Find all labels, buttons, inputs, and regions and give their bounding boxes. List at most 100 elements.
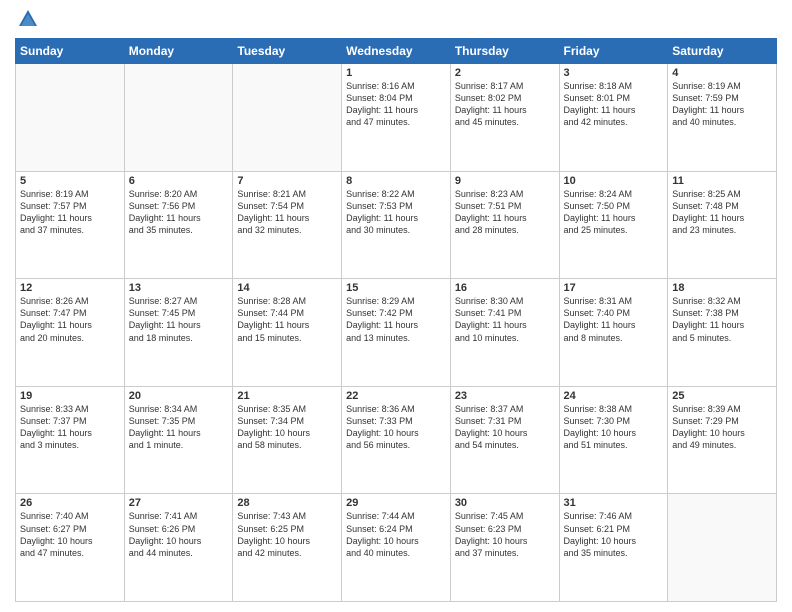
weekday-header: Tuesday xyxy=(233,39,342,64)
day-number: 8 xyxy=(346,175,446,187)
cell-content: Sunrise: 8:36 AM Sunset: 7:33 PM Dayligh… xyxy=(346,403,446,452)
day-number: 18 xyxy=(672,282,772,294)
cell-content: Sunrise: 8:21 AM Sunset: 7:54 PM Dayligh… xyxy=(237,188,337,237)
day-number: 6 xyxy=(129,175,229,187)
cell-content: Sunrise: 8:16 AM Sunset: 8:04 PM Dayligh… xyxy=(346,80,446,129)
calendar-cell: 27Sunrise: 7:41 AM Sunset: 6:26 PM Dayli… xyxy=(124,494,233,602)
calendar-cell: 31Sunrise: 7:46 AM Sunset: 6:21 PM Dayli… xyxy=(559,494,668,602)
calendar-cell: 11Sunrise: 8:25 AM Sunset: 7:48 PM Dayli… xyxy=(668,171,777,279)
cell-content: Sunrise: 8:35 AM Sunset: 7:34 PM Dayligh… xyxy=(237,403,337,452)
calendar-cell: 30Sunrise: 7:45 AM Sunset: 6:23 PM Dayli… xyxy=(450,494,559,602)
calendar-week-row: 26Sunrise: 7:40 AM Sunset: 6:27 PM Dayli… xyxy=(16,494,777,602)
cell-content: Sunrise: 8:22 AM Sunset: 7:53 PM Dayligh… xyxy=(346,188,446,237)
day-number: 2 xyxy=(455,67,555,79)
calendar-cell: 7Sunrise: 8:21 AM Sunset: 7:54 PM Daylig… xyxy=(233,171,342,279)
calendar-cell: 23Sunrise: 8:37 AM Sunset: 7:31 PM Dayli… xyxy=(450,386,559,494)
calendar-cell: 20Sunrise: 8:34 AM Sunset: 7:35 PM Dayli… xyxy=(124,386,233,494)
cell-content: Sunrise: 8:30 AM Sunset: 7:41 PM Dayligh… xyxy=(455,295,555,344)
calendar-cell: 19Sunrise: 8:33 AM Sunset: 7:37 PM Dayli… xyxy=(16,386,125,494)
calendar-cell: 28Sunrise: 7:43 AM Sunset: 6:25 PM Dayli… xyxy=(233,494,342,602)
cell-content: Sunrise: 8:18 AM Sunset: 8:01 PM Dayligh… xyxy=(564,80,664,129)
calendar-cell: 21Sunrise: 8:35 AM Sunset: 7:34 PM Dayli… xyxy=(233,386,342,494)
day-number: 31 xyxy=(564,497,664,509)
day-number: 3 xyxy=(564,67,664,79)
calendar-cell xyxy=(16,64,125,172)
cell-content: Sunrise: 8:19 AM Sunset: 7:59 PM Dayligh… xyxy=(672,80,772,129)
calendar-cell: 10Sunrise: 8:24 AM Sunset: 7:50 PM Dayli… xyxy=(559,171,668,279)
calendar-cell: 25Sunrise: 8:39 AM Sunset: 7:29 PM Dayli… xyxy=(668,386,777,494)
calendar-cell: 2Sunrise: 8:17 AM Sunset: 8:02 PM Daylig… xyxy=(450,64,559,172)
cell-content: Sunrise: 8:33 AM Sunset: 7:37 PM Dayligh… xyxy=(20,403,120,452)
day-number: 10 xyxy=(564,175,664,187)
calendar-week-row: 12Sunrise: 8:26 AM Sunset: 7:47 PM Dayli… xyxy=(16,279,777,387)
day-number: 28 xyxy=(237,497,337,509)
day-number: 20 xyxy=(129,390,229,402)
calendar-cell xyxy=(233,64,342,172)
cell-content: Sunrise: 8:19 AM Sunset: 7:57 PM Dayligh… xyxy=(20,188,120,237)
calendar-cell: 16Sunrise: 8:30 AM Sunset: 7:41 PM Dayli… xyxy=(450,279,559,387)
cell-content: Sunrise: 7:46 AM Sunset: 6:21 PM Dayligh… xyxy=(564,510,664,559)
calendar-cell: 17Sunrise: 8:31 AM Sunset: 7:40 PM Dayli… xyxy=(559,279,668,387)
calendar-cell: 5Sunrise: 8:19 AM Sunset: 7:57 PM Daylig… xyxy=(16,171,125,279)
logo xyxy=(15,10,39,30)
calendar-cell: 29Sunrise: 7:44 AM Sunset: 6:24 PM Dayli… xyxy=(342,494,451,602)
weekday-header: Thursday xyxy=(450,39,559,64)
calendar-cell: 22Sunrise: 8:36 AM Sunset: 7:33 PM Dayli… xyxy=(342,386,451,494)
calendar-table: SundayMondayTuesdayWednesdayThursdayFrid… xyxy=(15,38,777,602)
calendar-cell: 12Sunrise: 8:26 AM Sunset: 7:47 PM Dayli… xyxy=(16,279,125,387)
cell-content: Sunrise: 8:34 AM Sunset: 7:35 PM Dayligh… xyxy=(129,403,229,452)
calendar-cell: 4Sunrise: 8:19 AM Sunset: 7:59 PM Daylig… xyxy=(668,64,777,172)
cell-content: Sunrise: 8:17 AM Sunset: 8:02 PM Dayligh… xyxy=(455,80,555,129)
cell-content: Sunrise: 8:26 AM Sunset: 7:47 PM Dayligh… xyxy=(20,295,120,344)
day-number: 21 xyxy=(237,390,337,402)
cell-content: Sunrise: 8:27 AM Sunset: 7:45 PM Dayligh… xyxy=(129,295,229,344)
calendar-cell: 15Sunrise: 8:29 AM Sunset: 7:42 PM Dayli… xyxy=(342,279,451,387)
cell-content: Sunrise: 8:37 AM Sunset: 7:31 PM Dayligh… xyxy=(455,403,555,452)
day-number: 16 xyxy=(455,282,555,294)
day-number: 19 xyxy=(20,390,120,402)
cell-content: Sunrise: 8:31 AM Sunset: 7:40 PM Dayligh… xyxy=(564,295,664,344)
calendar-cell: 1Sunrise: 8:16 AM Sunset: 8:04 PM Daylig… xyxy=(342,64,451,172)
page: SundayMondayTuesdayWednesdayThursdayFrid… xyxy=(0,0,792,612)
calendar-cell: 3Sunrise: 8:18 AM Sunset: 8:01 PM Daylig… xyxy=(559,64,668,172)
cell-content: Sunrise: 8:39 AM Sunset: 7:29 PM Dayligh… xyxy=(672,403,772,452)
day-number: 9 xyxy=(455,175,555,187)
calendar-cell: 14Sunrise: 8:28 AM Sunset: 7:44 PM Dayli… xyxy=(233,279,342,387)
cell-content: Sunrise: 8:25 AM Sunset: 7:48 PM Dayligh… xyxy=(672,188,772,237)
day-number: 1 xyxy=(346,67,446,79)
day-number: 27 xyxy=(129,497,229,509)
day-number: 25 xyxy=(672,390,772,402)
calendar-cell: 8Sunrise: 8:22 AM Sunset: 7:53 PM Daylig… xyxy=(342,171,451,279)
calendar-cell xyxy=(668,494,777,602)
day-number: 22 xyxy=(346,390,446,402)
day-number: 17 xyxy=(564,282,664,294)
calendar-cell: 6Sunrise: 8:20 AM Sunset: 7:56 PM Daylig… xyxy=(124,171,233,279)
cell-content: Sunrise: 7:45 AM Sunset: 6:23 PM Dayligh… xyxy=(455,510,555,559)
day-number: 11 xyxy=(672,175,772,187)
weekday-header: Monday xyxy=(124,39,233,64)
day-number: 12 xyxy=(20,282,120,294)
cell-content: Sunrise: 7:41 AM Sunset: 6:26 PM Dayligh… xyxy=(129,510,229,559)
day-number: 14 xyxy=(237,282,337,294)
cell-content: Sunrise: 7:44 AM Sunset: 6:24 PM Dayligh… xyxy=(346,510,446,559)
calendar-cell: 24Sunrise: 8:38 AM Sunset: 7:30 PM Dayli… xyxy=(559,386,668,494)
day-number: 23 xyxy=(455,390,555,402)
day-number: 15 xyxy=(346,282,446,294)
day-number: 26 xyxy=(20,497,120,509)
cell-content: Sunrise: 8:32 AM Sunset: 7:38 PM Dayligh… xyxy=(672,295,772,344)
cell-content: Sunrise: 8:29 AM Sunset: 7:42 PM Dayligh… xyxy=(346,295,446,344)
cell-content: Sunrise: 7:40 AM Sunset: 6:27 PM Dayligh… xyxy=(20,510,120,559)
cell-content: Sunrise: 8:20 AM Sunset: 7:56 PM Dayligh… xyxy=(129,188,229,237)
calendar-cell: 13Sunrise: 8:27 AM Sunset: 7:45 PM Dayli… xyxy=(124,279,233,387)
cell-content: Sunrise: 8:24 AM Sunset: 7:50 PM Dayligh… xyxy=(564,188,664,237)
cell-content: Sunrise: 7:43 AM Sunset: 6:25 PM Dayligh… xyxy=(237,510,337,559)
calendar-cell: 26Sunrise: 7:40 AM Sunset: 6:27 PM Dayli… xyxy=(16,494,125,602)
day-number: 5 xyxy=(20,175,120,187)
cell-content: Sunrise: 8:38 AM Sunset: 7:30 PM Dayligh… xyxy=(564,403,664,452)
calendar-week-row: 1Sunrise: 8:16 AM Sunset: 8:04 PM Daylig… xyxy=(16,64,777,172)
weekday-header: Wednesday xyxy=(342,39,451,64)
weekday-header: Sunday xyxy=(16,39,125,64)
logo-icon xyxy=(17,8,39,30)
day-number: 24 xyxy=(564,390,664,402)
header xyxy=(15,10,777,30)
